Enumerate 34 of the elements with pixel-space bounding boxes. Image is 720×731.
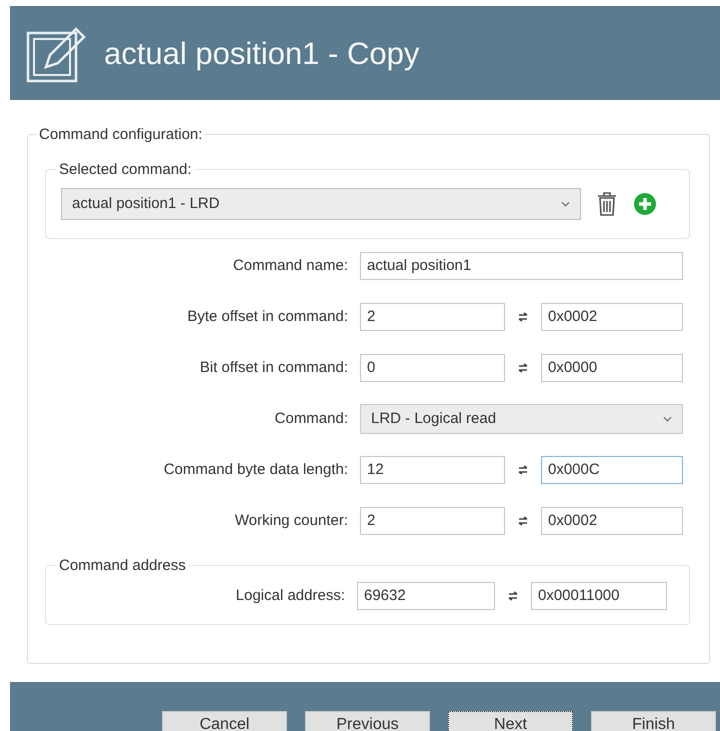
command-dropdown[interactable]: actual position1 - LRD	[61, 188, 581, 220]
input-field[interactable]: 12	[360, 456, 505, 484]
swap-icon	[517, 515, 529, 527]
field-label: Byte offset in command:	[186, 306, 349, 327]
chevron-icon	[561, 201, 570, 207]
field-label: Command:	[274, 408, 349, 429]
swap-icon	[517, 311, 529, 323]
input-field[interactable]: 2	[360, 303, 505, 331]
field-label: Command name:	[232, 256, 349, 276]
field-label: Logical address:	[234, 586, 346, 606]
hex-field[interactable]: 0x0002	[541, 507, 683, 535]
wizard-button[interactable]: Cancel	[162, 711, 287, 731]
chevron-icon	[663, 416, 672, 422]
hex-field[interactable]: 0x00011000	[531, 582, 667, 610]
hex-field[interactable]: 0x000C	[541, 456, 683, 484]
command-dropdown[interactable]: LRD - Logical read	[360, 404, 683, 434]
swap-icon	[507, 590, 519, 602]
swap-icon	[517, 362, 529, 374]
field-label: Working counter:	[234, 510, 349, 531]
wizard-button[interactable]: Next	[448, 711, 573, 731]
field-label: Command byte data length:	[162, 460, 349, 480]
swap-icon	[517, 464, 529, 476]
wizard-button[interactable]: Finish	[591, 711, 716, 731]
input-field[interactable]: 0	[360, 354, 505, 382]
field-label: Bit offset in command:	[198, 358, 349, 378]
hex-field[interactable]: 0x0002	[541, 303, 683, 331]
hex-field[interactable]: 0x0000	[541, 354, 683, 382]
input-field[interactable]: 69632	[357, 582, 495, 610]
add-icon[interactable]	[633, 192, 657, 216]
input-field[interactable]: 2	[360, 507, 505, 535]
trash-icon[interactable]	[597, 192, 617, 216]
input-field[interactable]: actual position1	[360, 252, 683, 280]
window-title: actual position1 - Copy	[104, 38, 420, 68]
wizard-button[interactable]: Previous	[305, 711, 430, 731]
